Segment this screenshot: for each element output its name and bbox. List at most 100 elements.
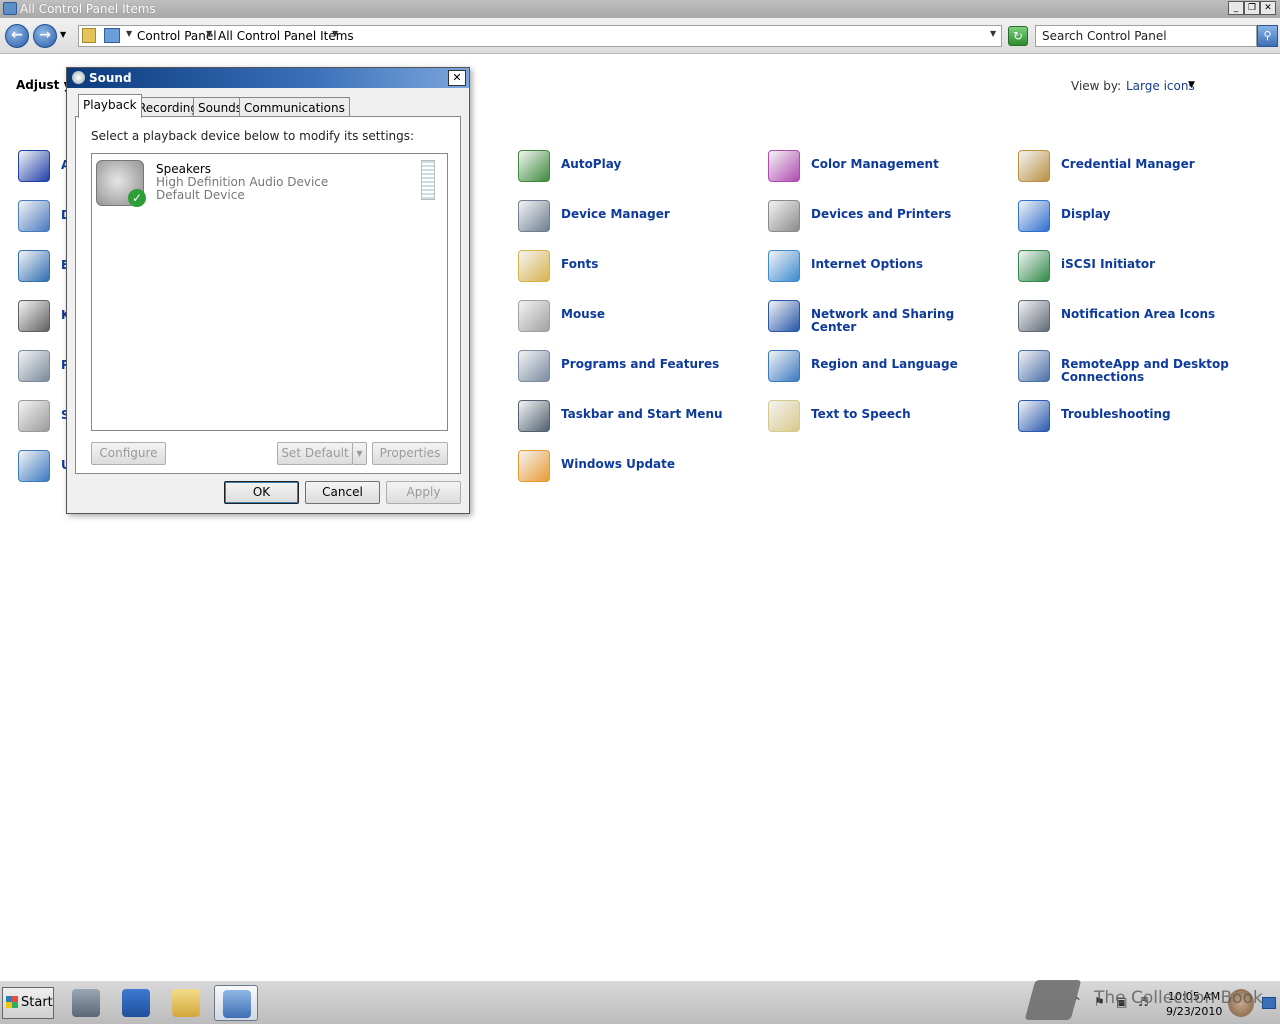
tab-playback[interactable]: Playback <box>78 94 142 118</box>
minimize-button[interactable]: _ <box>1228 1 1244 15</box>
region-icon <box>768 350 800 382</box>
item-label[interactable]: Network and Sharing Center <box>811 308 1001 334</box>
clock-time[interactable]: 10:05 AM <box>1168 990 1220 1003</box>
close-button[interactable]: ✕ <box>1260 1 1276 15</box>
list-item[interactable]: Internet Options <box>768 250 1008 290</box>
speech-icon <box>768 400 800 432</box>
back-button[interactable]: ← <box>5 24 29 48</box>
item-label[interactable]: Region and Language <box>811 358 1001 371</box>
list-item[interactable]: Notification Area Icons <box>1018 300 1258 340</box>
item-label[interactable]: Display <box>1061 208 1251 221</box>
taskbar-control-panel[interactable] <box>214 985 258 1021</box>
breadcrumb-control-panel[interactable]: Control Panel <box>137 29 217 43</box>
left-item-icon[interactable] <box>18 200 50 232</box>
item-label[interactable]: Troubleshooting <box>1061 408 1251 421</box>
apply-button[interactable]: Apply <box>386 481 461 504</box>
list-item[interactable]: AutoPlay <box>518 150 758 190</box>
breadcrumb-arrow-icon[interactable]: ▼ <box>332 29 338 38</box>
item-label[interactable]: Notification Area Icons <box>1061 308 1251 321</box>
item-label[interactable]: Fonts <box>561 258 751 271</box>
forward-button[interactable]: → <box>33 24 57 48</box>
item-label[interactable]: RemoteApp and Desktop Connections <box>1061 358 1251 384</box>
list-item[interactable]: Fonts <box>518 250 758 290</box>
network-tray-icon[interactable]: ▣ <box>1116 995 1130 1009</box>
item-label[interactable]: AutoPlay <box>561 158 751 171</box>
tab-communications[interactable]: Communications <box>239 97 350 117</box>
item-label[interactable]: Color Management <box>811 158 1001 171</box>
printer-icon <box>768 200 800 232</box>
list-item[interactable]: Credential Manager <box>1018 150 1258 190</box>
action-center-flag-icon[interactable]: ⚑ <box>1094 995 1108 1009</box>
ok-button[interactable]: OK <box>224 481 299 504</box>
left-item-icon[interactable] <box>18 150 50 182</box>
recent-pages-chevron-icon[interactable]: ▼ <box>60 30 66 39</box>
view-by-dropdown[interactable]: Large icons <box>1126 79 1195 93</box>
item-label[interactable]: Internet Options <box>811 258 1001 271</box>
list-item[interactable]: Device Manager <box>518 200 758 240</box>
refresh-button[interactable]: ↻ <box>1008 26 1028 46</box>
show-hidden-icons-icon[interactable]: ⌃ <box>1072 995 1086 1009</box>
restore-button[interactable]: ❐ <box>1244 1 1260 15</box>
list-item[interactable]: Region and Language <box>768 350 1008 390</box>
internet-options-icon <box>768 250 800 282</box>
taskbar-explorer[interactable] <box>164 985 208 1021</box>
item-label[interactable]: Text to Speech <box>811 408 1001 421</box>
taskbar-server-manager[interactable] <box>64 985 108 1021</box>
list-item[interactable]: RemoteApp and Desktop Connections <box>1018 350 1258 390</box>
left-item-icon[interactable] <box>18 400 50 432</box>
up-folder-icon[interactable] <box>82 28 96 43</box>
list-item[interactable]: Troubleshooting <box>1018 400 1258 440</box>
list-item[interactable]: Color Management <box>768 150 1008 190</box>
left-item-icon[interactable] <box>18 450 50 482</box>
properties-button[interactable]: Properties <box>372 442 448 465</box>
dialog-close-button[interactable]: ✕ <box>448 70 466 86</box>
list-item[interactable]: Display <box>1018 200 1258 240</box>
address-dropdown-icon[interactable]: ▼ <box>990 29 996 38</box>
list-item[interactable]: ✓ Speakers High Definition Audio Device … <box>92 154 447 210</box>
item-label[interactable]: Windows Update <box>561 458 751 471</box>
list-item[interactable]: Taskbar and Start Menu <box>518 400 758 440</box>
breadcrumb-arrow-icon[interactable]: ▼ <box>126 29 132 38</box>
breadcrumb[interactable]: ▼ Control Panel ▼ All Control Panel Item… <box>78 25 1002 47</box>
item-label[interactable]: Programs and Features <box>561 358 751 371</box>
list-item[interactable]: Programs and Features <box>518 350 758 390</box>
volume-tray-icon[interactable]: ♬ <box>1138 995 1152 1009</box>
breadcrumb-arrow-icon[interactable]: ▼ <box>206 29 212 38</box>
mouse-icon <box>518 300 550 332</box>
item-label[interactable]: Device Manager <box>561 208 751 221</box>
device-list[interactable]: ✓ Speakers High Definition Audio Device … <box>91 153 448 431</box>
item-label[interactable]: Taskbar and Start Menu <box>561 408 751 421</box>
left-item-icon[interactable] <box>18 250 50 282</box>
list-item[interactable]: Network and Sharing Center <box>768 300 1008 340</box>
item-label[interactable]: Mouse <box>561 308 751 321</box>
set-default-chevron-icon[interactable]: ▼ <box>352 442 367 465</box>
user-avatar <box>1228 989 1254 1017</box>
list-item[interactable]: Devices and Printers <box>768 200 1008 240</box>
list-item[interactable]: Windows Update <box>518 450 758 490</box>
search-icon[interactable]: ⚲ <box>1257 25 1278 47</box>
taskbar-powershell[interactable] <box>114 985 158 1021</box>
item-label[interactable]: Credential Manager <box>1061 158 1251 171</box>
show-desktop-icon[interactable] <box>1262 997 1276 1009</box>
item-label[interactable]: iSCSI Initiator <box>1061 258 1251 271</box>
left-item-icon[interactable] <box>18 300 50 332</box>
sound-icon <box>72 71 85 84</box>
item-label[interactable]: Devices and Printers <box>811 208 1001 221</box>
start-button[interactable]: Start <box>2 987 54 1019</box>
remoteapp-icon <box>1018 350 1050 382</box>
set-default-button[interactable]: Set Default <box>277 442 353 465</box>
server-manager-icon <box>72 989 100 1017</box>
configure-button[interactable]: Configure <box>91 442 166 465</box>
clock-date[interactable]: 9/23/2010 <box>1166 1005 1222 1018</box>
list-item[interactable]: Text to Speech <box>768 400 1008 440</box>
device-manager-icon <box>518 200 550 232</box>
cancel-button[interactable]: Cancel <box>305 481 380 504</box>
list-item[interactable]: Mouse <box>518 300 758 340</box>
view-by-chevron-icon[interactable]: ▼ <box>1188 80 1195 90</box>
volume-meter <box>421 160 435 200</box>
search-input[interactable]: Search Control Panel <box>1035 25 1257 47</box>
list-item[interactable]: iSCSI Initiator <box>1018 250 1258 290</box>
dialog-titlebar: Sound ✕ <box>67 68 469 88</box>
windows-logo-icon <box>6 996 18 1008</box>
left-item-icon[interactable] <box>18 350 50 382</box>
